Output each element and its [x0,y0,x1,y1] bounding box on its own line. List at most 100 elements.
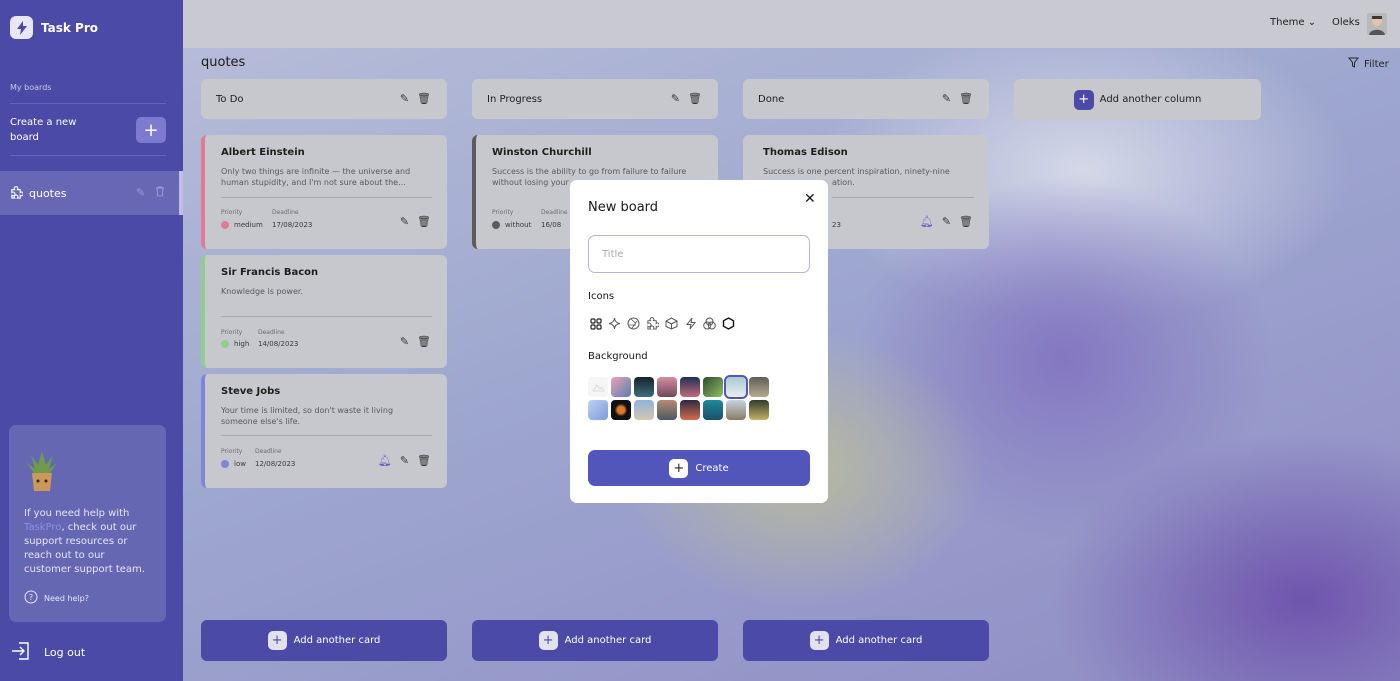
bg-thumb-landscape[interactable] [749,400,769,420]
trash-icon[interactable]: 🗑︎ [417,335,431,348]
pencil-icon[interactable]: ✎ [671,92,680,105]
add-card-label: Add another card [293,635,381,646]
column-header-in-progress: In Progress ✎ 🗑︎ [472,79,718,119]
bg-thumb-eclipse[interactable] [611,400,631,420]
pencil-icon[interactable]: ✎ [400,454,409,467]
filter-button[interactable]: Filter [1347,57,1389,71]
bg-thumb-rock-arch[interactable] [749,377,769,397]
theme-dropdown[interactable]: Theme ⌄ [1270,17,1316,28]
deadline-label: Deadline [255,448,282,455]
bell-icon[interactable]: 🔔︎ [920,215,934,228]
create-board-button[interactable]: + [136,117,166,143]
divider [221,435,432,436]
bg-thumb-canyon[interactable] [657,400,677,420]
app-logo[interactable]: Task Pro [10,16,98,39]
task-card[interactable]: Albert Einstein Only two things are infi… [201,135,447,249]
logout-label: Log out [44,646,86,659]
card-title: Thomas Edison [763,147,848,158]
bg-thumb-waves[interactable] [703,400,723,420]
sidebar-item-quotes[interactable]: quotes ✎ [0,171,183,215]
aperture-icon[interactable] [626,316,641,331]
pencil-icon[interactable]: ✎ [136,186,145,200]
bg-thumb-sunset-clouds[interactable] [680,400,700,420]
card-description: Only two things are infinite — the unive… [221,167,411,187]
deadline-value: 14/08/2023 [258,340,299,348]
task-card[interactable]: Sir Francis Bacon Knowledge is power. Pr… [201,255,447,368]
four-squares-icon[interactable] [588,316,603,331]
divider [221,316,432,317]
my-boards-label: My boards [10,83,52,92]
new-board-modal: New board ✕ Icons Background + Create [570,180,828,503]
bg-thumb-clouds-selected[interactable] [724,375,748,399]
puzzle-icon[interactable] [645,316,660,331]
user-name: Oleks [1332,17,1360,28]
bg-thumb-palm-leaves[interactable] [703,377,723,397]
icon-picker [588,316,736,331]
close-icon[interactable]: ✕ [804,191,816,207]
trash-icon[interactable]: 🗑︎ [417,215,431,228]
pencil-icon[interactable]: ✎ [400,335,409,348]
priority-text: medium [234,221,263,229]
trash-icon[interactable]: 🗑︎ [959,92,973,105]
colors-icon[interactable] [702,316,717,331]
trash-icon[interactable]: 🗑︎ [688,92,702,105]
theme-label: Theme [1270,17,1305,28]
create-button[interactable]: + Create [588,450,810,486]
hexagon-icon[interactable] [721,316,736,331]
bg-thumb-hot-air-balloon[interactable] [726,400,746,420]
create-label: Create [695,462,729,474]
add-card-button[interactable]: + Add another card [201,620,447,661]
bg-thumb-none[interactable] [588,377,608,397]
priority-dot [221,460,229,468]
divider [221,197,432,198]
bg-thumb-cherry-blossom[interactable] [611,377,631,397]
trash-icon[interactable] [155,186,165,200]
pencil-icon[interactable]: ✎ [400,92,409,105]
logout-button[interactable]: Log out [10,640,85,665]
bg-thumb-mountains-night[interactable] [680,377,700,397]
sidebar: Task Pro My boards Create a new board + … [0,0,183,681]
column-title: Done [758,93,785,105]
logout-icon [10,640,32,665]
pencil-icon[interactable]: ✎ [942,215,951,228]
help-circle-icon: ? [24,590,38,606]
add-card-button[interactable]: + Add another card [743,620,989,661]
help-box: If you need help with TaskPro, check out… [9,425,166,622]
card-description: Success is one percent inspiration, nine… [763,167,950,176]
column-header-done: Done ✎ 🗑︎ [743,79,989,119]
trash-icon[interactable]: 🗑︎ [417,92,431,105]
priority-text: low [234,460,246,468]
add-card-button[interactable]: + Add another card [472,620,718,661]
card-title: Steve Jobs [221,386,281,397]
board-title: quotes [201,55,246,70]
card-title: Albert Einstein [221,147,305,158]
pencil-icon[interactable]: ✎ [400,215,409,228]
bg-thumb-sailboat[interactable] [634,400,654,420]
bg-thumb-night-sky[interactable] [634,377,654,397]
sparkle-icon[interactable] [607,316,622,331]
pencil-icon[interactable]: ✎ [942,92,951,105]
lightning-icon[interactable] [683,316,698,331]
bg-thumb-pink-trees[interactable] [657,377,677,397]
need-help-button[interactable]: ? Need help? [24,590,89,606]
lightning-icon [10,16,33,39]
bell-icon[interactable]: 🔔︎ [378,454,392,467]
avatar[interactable] [1367,13,1387,35]
priority-label: Priority [221,329,243,336]
bg-thumb-balloon[interactable] [588,400,608,420]
task-card[interactable]: Steve Jobs Your time is limited, so don'… [201,374,447,488]
column-title: In Progress [487,93,543,105]
board-title-input[interactable] [588,235,810,273]
help-text-part: If you need help with [24,508,130,519]
card-description-tail: ation. [832,178,855,187]
priority-label: Priority [492,209,514,216]
trash-icon[interactable]: 🗑︎ [417,454,431,467]
card-description: Your time is limited, so don't waste it … [221,406,394,426]
card-title: Winston Churchill [492,147,592,158]
add-column-button[interactable]: + Add another column [1014,79,1261,120]
priority-dot [221,221,229,229]
app-name: Task Pro [41,20,98,35]
taskpro-link[interactable]: TaskPro [24,522,61,533]
trash-icon[interactable]: 🗑︎ [959,215,973,228]
cube-icon[interactable] [664,316,679,331]
